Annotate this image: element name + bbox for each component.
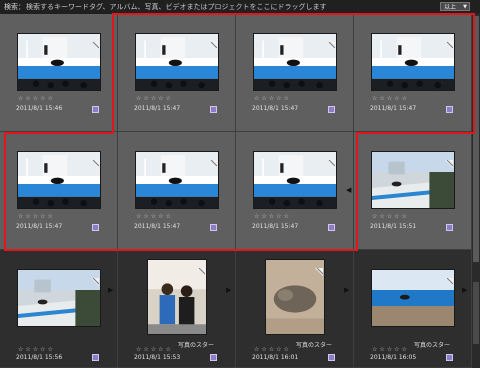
expand-stack-arrow-icon[interactable]: ▶ <box>344 286 349 294</box>
stack-corner-icon <box>445 35 454 50</box>
stack-corner-icon <box>327 153 336 168</box>
keyword-tag-icon[interactable] <box>210 224 217 231</box>
rating-stars[interactable]: ☆☆☆☆☆ <box>254 213 291 220</box>
stack-corner-icon <box>209 35 218 50</box>
sort-dropdown[interactable]: 以上 ▼ <box>440 2 470 11</box>
thumbnail-cell[interactable]: ☆☆☆☆☆ 写真のスター 2011/8/1 16:05 ▶ <box>354 250 471 367</box>
thumbnail-date: 2011/8/1 15:46 <box>16 105 63 112</box>
stack-corner-icon <box>315 261 324 276</box>
rating-stars[interactable]: ☆☆☆☆☆ <box>372 346 409 353</box>
thumbnail-cell[interactable]: ☆☆☆☆☆ 2011/8/1 15:51 <box>354 132 471 249</box>
thumbnail-cell[interactable]: ☆☆☆☆☆ 2011/8/1 15:47 <box>118 132 235 249</box>
thumbnail-date: 2011/8/1 15:47 <box>134 105 181 112</box>
stack-corner-icon <box>91 271 100 286</box>
keyword-tag-icon[interactable] <box>92 354 99 361</box>
chevron-down-icon: ▼ <box>463 4 467 10</box>
rating-stars[interactable]: ☆☆☆☆☆ <box>136 95 173 102</box>
photo-thumbnail[interactable] <box>18 34 100 90</box>
keyword-tag-icon[interactable] <box>328 224 335 231</box>
thumbnail-date: 2011/8/1 16:05 <box>370 354 417 361</box>
rating-stars[interactable]: ☆☆☆☆☆ <box>18 95 55 102</box>
keyword-tag-icon[interactable] <box>210 106 217 113</box>
thumbnail-date: 2011/8/1 15:47 <box>370 105 417 112</box>
expand-stack-arrow-icon[interactable]: ▶ <box>108 286 113 294</box>
thumbnail-date: 2011/8/1 15:47 <box>134 223 181 230</box>
photo-thumbnail[interactable] <box>254 152 336 208</box>
vertical-scrollbar[interactable] <box>472 14 480 368</box>
photo-thumbnail[interactable] <box>18 270 100 326</box>
photo-thumbnail[interactable] <box>372 34 454 90</box>
keyword-tag-icon[interactable] <box>210 354 217 361</box>
search-label: 検索： <box>4 3 25 11</box>
thumbnail-date: 2011/8/1 15:53 <box>134 354 181 361</box>
thumbnail-cell[interactable]: ☆☆☆☆☆ 写真のスター 2011/8/1 16:01 ▶ <box>236 250 353 367</box>
keyword-tag-icon[interactable] <box>328 354 335 361</box>
stack-corner-icon <box>327 35 336 50</box>
expand-stack-arrow-icon[interactable]: ▶ <box>462 286 467 294</box>
thumbnail-cell[interactable]: ☆☆☆☆☆ 2011/8/1 15:47 <box>354 14 471 131</box>
photo-thumbnail[interactable] <box>18 152 100 208</box>
scrollbar-track-lower[interactable] <box>473 282 479 344</box>
photo-thumbnail[interactable] <box>136 34 218 90</box>
rating-stars[interactable]: ☆☆☆☆☆ <box>254 95 291 102</box>
thumbnail-date: 2011/8/1 15:47 <box>252 223 299 230</box>
thumbnail-cell[interactable]: ☆☆☆☆☆ 写真のスター 2011/8/1 15:53 ▶ <box>118 250 235 367</box>
thumbnail-caption: 写真のスター <box>178 342 215 349</box>
photo-thumbnail[interactable] <box>136 152 218 208</box>
photo-thumbnail[interactable] <box>372 152 454 208</box>
keyword-tag-icon[interactable] <box>446 106 453 113</box>
keyword-tag-icon[interactable] <box>446 224 453 231</box>
rating-stars[interactable]: ☆☆☆☆☆ <box>136 213 173 220</box>
thumbnail-caption: 写真のスター <box>414 342 451 349</box>
rating-stars[interactable]: ☆☆☆☆☆ <box>372 213 409 220</box>
photo-thumbnail[interactable] <box>254 34 336 90</box>
search-bar: 検索： 検索するキーワードタグ、アルバム、写真、ビデオまたはプロジェクトをここに… <box>0 0 480 14</box>
rating-stars[interactable]: ☆☆☆☆☆ <box>18 213 55 220</box>
thumbnail-date: 2011/8/1 15:47 <box>16 223 63 230</box>
stack-corner-icon <box>209 153 218 168</box>
stack-corner-icon <box>445 153 454 168</box>
search-drop-hint[interactable]: 検索するキーワードタグ、アルバム、写真、ビデオまたはプロジェクトをここにドラッグ… <box>26 0 326 14</box>
rating-stars[interactable]: ☆☆☆☆☆ <box>18 346 55 353</box>
photo-thumbnail[interactable] <box>372 270 454 326</box>
media-grid: ☆☆☆☆☆ 2011/8/1 15:46 ☆☆☆☆☆ 2011/8/1 15:47 <box>0 14 472 368</box>
scrollbar-thumb[interactable] <box>473 16 479 262</box>
thumbnail-cell[interactable]: ☆☆☆☆☆ 2011/8/1 15:46 <box>0 14 117 131</box>
keyword-tag-icon[interactable] <box>92 224 99 231</box>
thumbnail-cell[interactable]: ☆☆☆☆☆ 2011/8/1 15:47 <box>0 132 117 249</box>
stack-corner-icon <box>91 35 100 50</box>
expand-stack-arrow-icon[interactable]: ▶ <box>226 286 231 294</box>
stack-corner-icon <box>197 261 206 276</box>
thumbnail-cell[interactable]: ☆☆☆☆☆ 2011/8/1 15:47 <box>236 14 353 131</box>
keyword-tag-icon[interactable] <box>92 106 99 113</box>
thumbnail-caption: 写真のスター <box>296 342 333 349</box>
expand-stack-arrow-icon[interactable]: ◀ <box>346 186 351 194</box>
keyword-tag-icon[interactable] <box>446 354 453 361</box>
thumbnail-date: 2011/8/1 15:47 <box>252 105 299 112</box>
stack-corner-icon <box>445 271 454 286</box>
keyword-tag-icon[interactable] <box>328 106 335 113</box>
thumbnail-cell[interactable]: ☆☆☆☆☆ 2011/8/1 15:47 <box>118 14 235 131</box>
rating-stars[interactable]: ☆☆☆☆☆ <box>136 346 173 353</box>
sort-dropdown-value: 以上 <box>444 4 457 11</box>
thumbnail-date: 2011/8/1 15:51 <box>370 223 417 230</box>
thumbnail-cell[interactable]: ☆☆☆☆☆ 2011/8/1 15:56 ▶ <box>0 250 117 367</box>
thumbnail-cell[interactable]: ☆☆☆☆☆ 2011/8/1 15:47 ◀ <box>236 132 353 249</box>
rating-stars[interactable]: ☆☆☆☆☆ <box>372 95 409 102</box>
thumbnail-date: 2011/8/1 15:56 <box>16 354 63 361</box>
rating-stars[interactable]: ☆☆☆☆☆ <box>254 346 291 353</box>
thumbnail-date: 2011/8/1 16:01 <box>252 354 299 361</box>
stack-corner-icon <box>91 153 100 168</box>
